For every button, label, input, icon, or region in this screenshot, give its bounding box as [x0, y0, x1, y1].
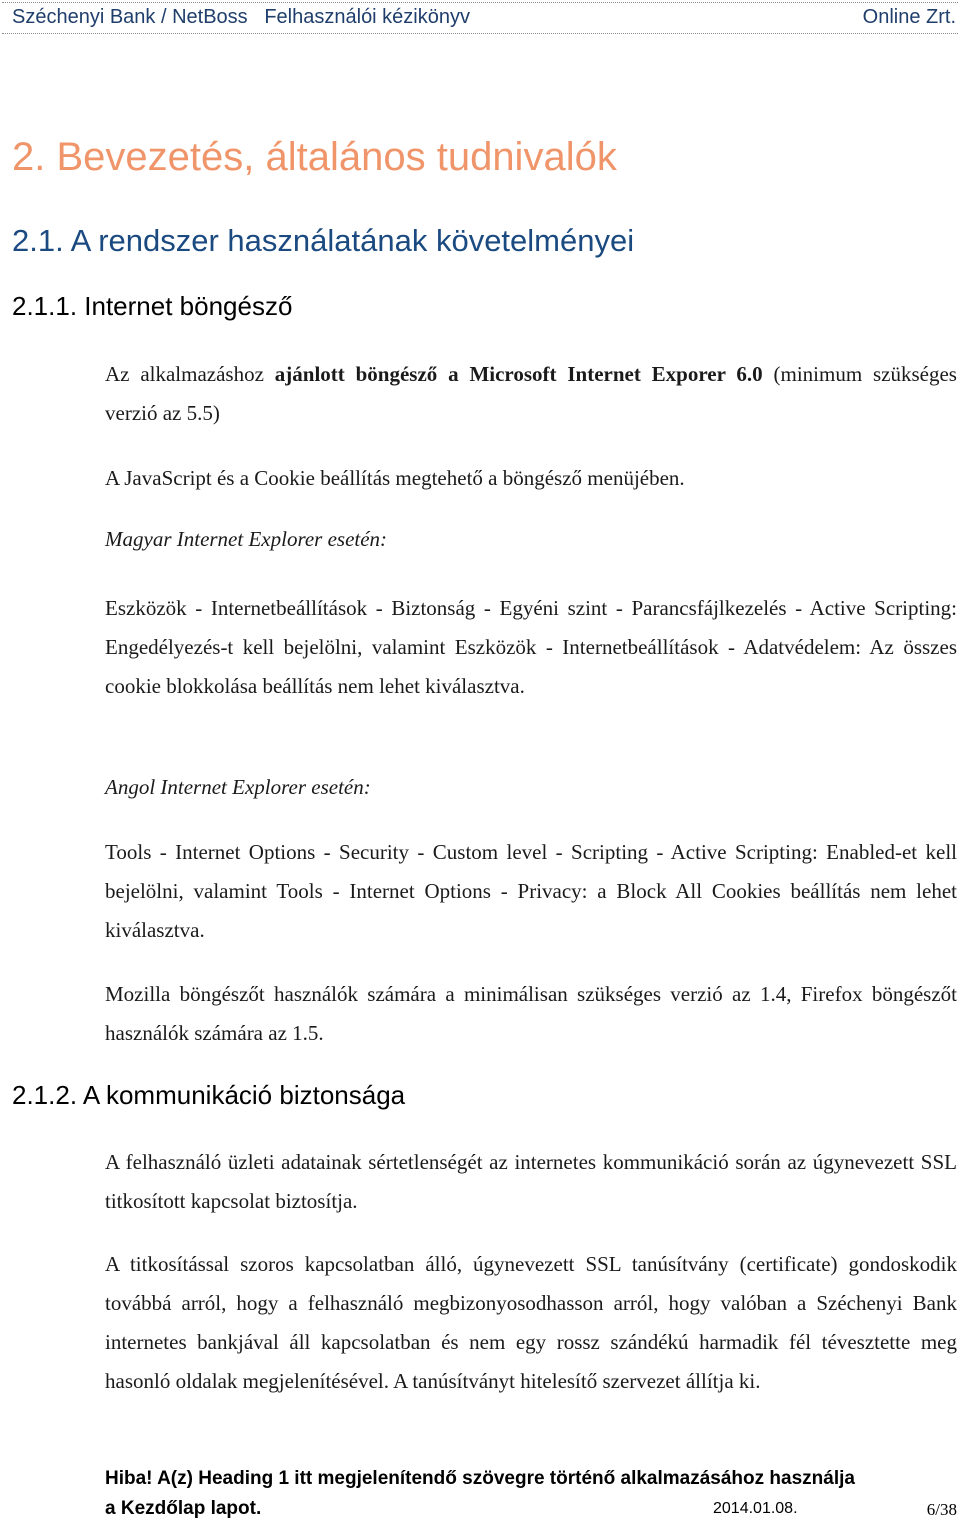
page-footer: Hiba! A(z) Heading 1 itt megjelenítendő …: [105, 1464, 957, 1524]
english-ie-paragraph: Tools - Internet Options - Security - Cu…: [105, 840, 957, 942]
hungarian-ie-paragraph: Eszközök - Internetbeállítások - Biztons…: [105, 596, 957, 698]
footer-line2: a Kezdőlap lapot. 2014.01.08. 6/38: [105, 1494, 957, 1524]
javascript-cookie-paragraph: A JavaScript és a Cookie beállítás megte…: [105, 466, 685, 490]
footer-error-line2: a Kezdőlap lapot.: [105, 1498, 262, 1519]
subsection-heading-browser: 2.1.1. Internet böngésző: [12, 291, 293, 321]
footer-error-line1: Hiba! A(z) Heading 1 itt megjelenítendő …: [105, 1468, 855, 1489]
header-rule-top: [2, 2, 958, 3]
recommended-browser-paragraph: Az alkalmazáshoz ajánlott böngésző a Mic…: [105, 355, 957, 433]
chapter-heading: 2. Bevezetés, általános tudnivalók: [12, 135, 617, 179]
hungarian-ie-label-text: Magyar Internet Explorer esetén:: [105, 527, 388, 551]
hungarian-ie-label: Magyar Internet Explorer esetén:: [105, 520, 957, 559]
header-company: Online Zrt.: [862, 6, 956, 28]
english-ie-label-text: Angol Internet Explorer esetén:: [105, 775, 371, 799]
header-title: Széchenyi Bank / NetBoss Felhasználói ké…: [12, 6, 470, 28]
page-number: 6/38: [926, 1500, 957, 1519]
header-rule-bottom: [2, 33, 958, 34]
recommended-browser-bold: ajánlott böngésző a Microsoft Internet E…: [274, 362, 763, 386]
section-heading: 2.1. A rendszer használatának követelmén…: [12, 223, 635, 258]
english-ie-label: Angol Internet Explorer esetén:: [105, 768, 957, 807]
footer-date: 2014.01.08.: [713, 1500, 798, 1517]
certificate-paragraph: A titkosítással szoros kapcsolatban álló…: [105, 1252, 957, 1393]
page-header: Széchenyi Bank / NetBoss Felhasználói ké…: [0, 0, 960, 36]
subsection-heading-security: 2.1.2. A kommunikáció biztonsága: [12, 1080, 406, 1110]
mozilla-firefox-paragraph: Mozilla böngészőt használók számára a mi…: [105, 982, 957, 1045]
ssl-paragraph: A felhasználó üzleti adatainak sértetlen…: [105, 1150, 957, 1213]
recommended-prefix: Az alkalmazáshoz: [105, 362, 275, 386]
